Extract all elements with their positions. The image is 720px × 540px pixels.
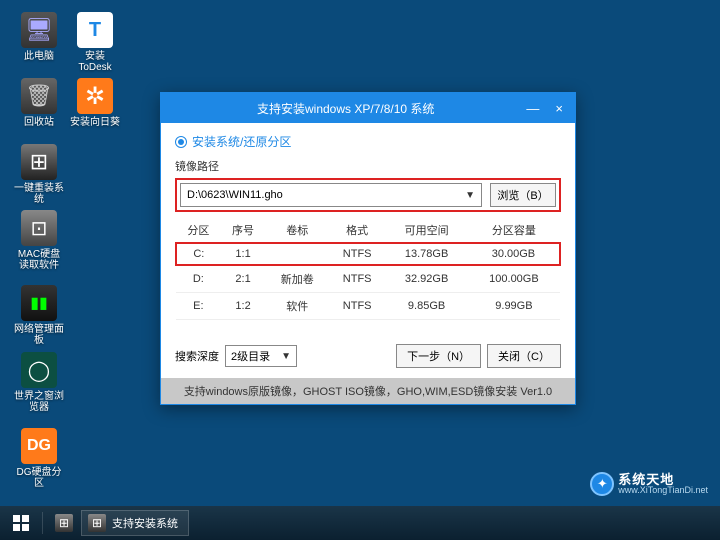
desktop-icon-todesk[interactable]: T 安装ToDesk bbox=[70, 12, 120, 73]
onekey-icon: ⊞ bbox=[21, 144, 57, 180]
highlight-path-row: D:\0623\WIN11.gho ▼ 浏览（B） bbox=[175, 178, 561, 212]
search-depth-select[interactable]: 2级目录 ▼ bbox=[225, 345, 297, 367]
sunflower-icon: ✲ bbox=[77, 78, 113, 114]
partition-table: 分区 序号 卷标 格式 可用空间 分区容量 C: 1:1 NTFS 13.78G… bbox=[175, 218, 561, 320]
titlebar[interactable]: 支持安装windows XP/7/8/10 系统 — × bbox=[161, 93, 575, 123]
watermark: ✦ 系统天地 www.XiTongTianDi.net bbox=[590, 472, 708, 496]
th-serial: 序号 bbox=[221, 218, 266, 243]
window-title: 支持安装windows XP/7/8/10 系统 bbox=[169, 100, 522, 117]
th-capacity: 分区容量 bbox=[468, 218, 560, 243]
desktop-icon-netpanel[interactable]: ▮▮ 网络管理面板 bbox=[14, 285, 64, 346]
app-icon: ⊞ bbox=[55, 514, 73, 532]
radio-label: 安装系统/还原分区 bbox=[192, 133, 291, 150]
recycle-icon: 🗑 bbox=[21, 78, 57, 114]
path-value: D:\0623\WIN11.gho bbox=[187, 189, 283, 201]
image-path-label: 镜像路径 bbox=[175, 158, 561, 174]
table-row[interactable]: E: 1:2 软件 NTFS 9.85GB 9.99GB bbox=[176, 293, 560, 320]
desktop-icon-dgpartition[interactable]: DG DG硬盘分区 bbox=[14, 428, 64, 489]
desktop-label: 网络管理面板 bbox=[14, 324, 64, 346]
desktop-label: 安装向日葵 bbox=[70, 117, 120, 128]
table-row[interactable]: C: 1:1 NTFS 13.78GB 30.00GB bbox=[176, 243, 560, 265]
th-volume: 卷标 bbox=[265, 218, 329, 243]
desktop-icon-recyclebin[interactable]: 🗑 回收站 bbox=[14, 78, 64, 128]
taskbar: ⊞ ⊞ 支持安装系统 bbox=[0, 506, 720, 540]
image-path-dropdown[interactable]: D:\0623\WIN11.gho ▼ bbox=[180, 183, 482, 207]
desktop-icon-onekey[interactable]: ⊞ 一键重装系统 bbox=[14, 144, 64, 205]
installer-window: 支持安装windows XP/7/8/10 系统 — × 安装系统/还原分区 备… bbox=[160, 92, 576, 405]
table-row[interactable]: D: 2:1 新加卷 NTFS 32.92GB 100.00GB bbox=[176, 265, 560, 293]
desktop-label: 世界之窗浏览器 bbox=[14, 391, 64, 413]
desktop-label: MAC硬盘读取软件 bbox=[14, 249, 64, 271]
separator bbox=[42, 512, 43, 534]
radio-label: 备份系统/GHO,WIN,ESD bbox=[330, 133, 463, 150]
caret-down-icon: ▼ bbox=[281, 351, 291, 362]
close-button[interactable]: × bbox=[551, 101, 567, 116]
th-format: 格式 bbox=[329, 218, 385, 243]
th-free: 可用空间 bbox=[385, 218, 468, 243]
bottom-controls: 搜索深度 2级目录 ▼ 下一步（N） 关闭（C） bbox=[175, 344, 561, 368]
desktop-icon-macdisk[interactable]: ⊡ MAC硬盘读取软件 bbox=[14, 210, 64, 271]
footer-text: 支持windows原版镜像，GHOST ISO镜像，GHO,WIM,ESD镜像安… bbox=[161, 378, 575, 404]
desktop-label: 此电脑 bbox=[14, 51, 64, 62]
watermark-icon: ✦ bbox=[590, 472, 614, 496]
th-partition: 分区 bbox=[176, 218, 221, 243]
globe-icon: ◯ bbox=[21, 352, 57, 388]
desktop-label: 一键重装系统 bbox=[14, 183, 64, 205]
mode-radio-group: 安装系统/还原分区 备份系统/GHO,WIN,ESD bbox=[175, 133, 561, 150]
desktop-icon-thispc[interactable]: 🖥 此电脑 bbox=[14, 12, 64, 62]
windows-icon bbox=[13, 515, 29, 531]
pinned-app[interactable]: ⊞ bbox=[47, 506, 81, 540]
caret-down-icon: ▼ bbox=[465, 190, 475, 201]
task-label: 支持安装系统 bbox=[112, 515, 178, 531]
pc-icon: 🖥 bbox=[21, 12, 57, 48]
app-icon: ⊞ bbox=[88, 514, 106, 532]
radio-icon bbox=[313, 136, 325, 148]
search-depth-label: 搜索深度 bbox=[175, 348, 219, 364]
desktop-icon-sunflower[interactable]: ✲ 安装向日葵 bbox=[70, 78, 120, 128]
todesk-icon: T bbox=[77, 12, 113, 48]
macdisk-icon: ⊡ bbox=[21, 210, 57, 246]
watermark-url: www.XiTongTianDi.net bbox=[618, 486, 708, 495]
desktop-label: 安装ToDesk bbox=[70, 51, 120, 73]
desktop-icon-worldbrowser[interactable]: ◯ 世界之窗浏览器 bbox=[14, 352, 64, 413]
radio-icon bbox=[175, 136, 187, 148]
desktop-label: DG硬盘分区 bbox=[14, 467, 64, 489]
start-button[interactable] bbox=[4, 506, 38, 540]
desktop-label: 回收站 bbox=[14, 117, 64, 128]
close-dialog-button[interactable]: 关闭（C） bbox=[487, 344, 561, 368]
radio-backup[interactable]: 备份系统/GHO,WIN,ESD bbox=[313, 133, 463, 150]
dg-icon: DG bbox=[21, 428, 57, 464]
taskbar-task-installer[interactable]: ⊞ 支持安装系统 bbox=[81, 510, 189, 536]
browse-button[interactable]: 浏览（B） bbox=[490, 183, 556, 207]
minimize-button[interactable]: — bbox=[522, 101, 543, 116]
radio-install-restore[interactable]: 安装系统/还原分区 bbox=[175, 133, 291, 150]
network-icon: ▮▮ bbox=[21, 285, 57, 321]
next-button[interactable]: 下一步（N） bbox=[396, 344, 481, 368]
